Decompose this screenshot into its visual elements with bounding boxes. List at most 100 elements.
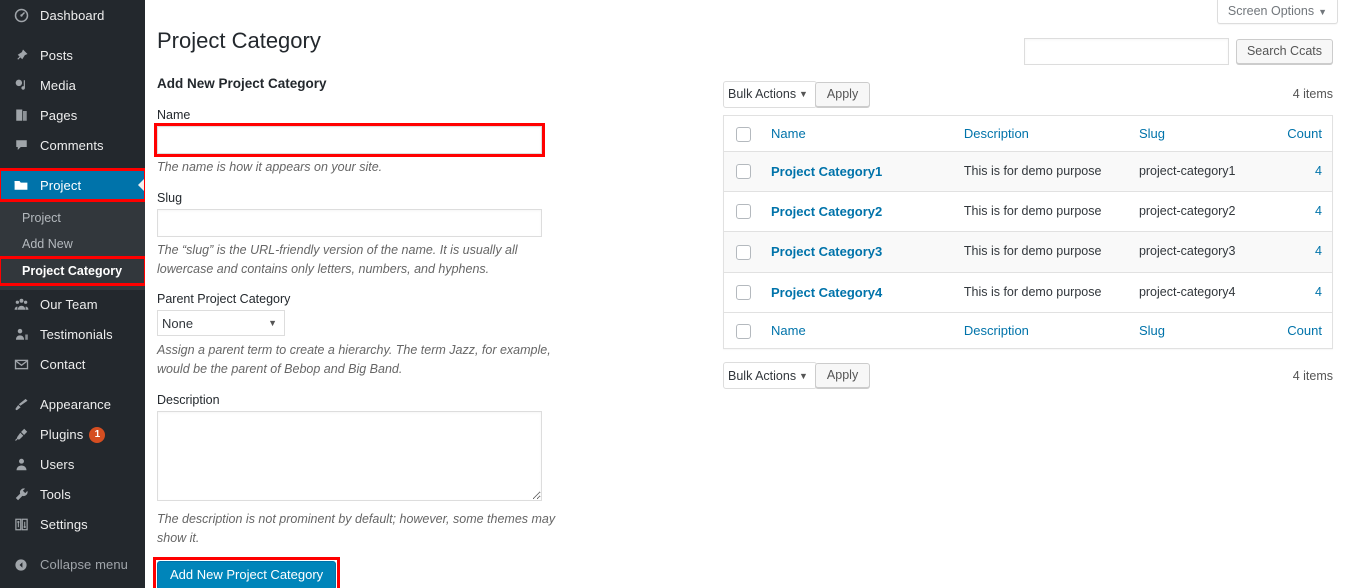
sidebar-item-collapse-menu[interactable]: Collapse menu [0, 550, 145, 580]
tablenav-top: Bulk Actions ▼ Apply 4 items [723, 79, 1333, 109]
sidebar-item-plugins[interactable]: Plugins 1 [0, 420, 145, 450]
sliders-icon [11, 515, 31, 535]
column-header-slug-top[interactable]: Slug [1128, 115, 1269, 153]
group-icon [11, 295, 31, 315]
row-count-link[interactable]: 4 [1315, 244, 1322, 258]
row-name-link[interactable]: Project Category3 [771, 244, 882, 259]
column-header-slug-bottom[interactable]: Slug [1128, 311, 1269, 349]
column-header-name-bottom[interactable]: Name [761, 311, 954, 349]
add-new-project-category-button[interactable]: Add New Project Category [157, 561, 337, 588]
row-checkbox[interactable] [736, 204, 751, 220]
apply-button-top[interactable]: Apply [814, 81, 871, 107]
comment-icon [11, 135, 31, 155]
table-body: Project Category1 This is for demo purpos… [723, 151, 1333, 313]
menu-separator [0, 540, 145, 550]
table-foot: Name Description Slug Count [723, 311, 1333, 349]
sidebar-item-comments[interactable]: Comments [0, 130, 145, 160]
row-checkbox[interactable] [736, 244, 751, 260]
submenu-item-project[interactable]: Project [0, 205, 145, 231]
sidebar-item-label: Pages [40, 107, 78, 123]
row-description-cell: This is for demo purpose [953, 231, 1129, 273]
row-name-link[interactable]: Project Category4 [771, 285, 882, 300]
screen-options-tab[interactable]: Screen Options ▼ [1216, 0, 1338, 24]
sidebar-item-label: Dashboard [40, 7, 105, 23]
sidebar-item-pages[interactable]: Pages [0, 100, 145, 130]
select-all-header [723, 115, 761, 153]
add-term-form: Add New Project Category Name The name i… [157, 76, 557, 588]
search-input[interactable] [1023, 38, 1229, 65]
parent-help-text: Assign a parent term to create a hierarc… [157, 343, 551, 376]
column-header-description-top[interactable]: Description [953, 115, 1129, 153]
sidebar-menu-top: Dashboard Posts Media Pages Comments Project [0, 0, 145, 200]
form-heading: Add New Project Category [157, 76, 327, 91]
slug-label: Slug [157, 190, 183, 205]
slug-input[interactable] [157, 208, 542, 237]
sidebar-item-our-team[interactable]: Our Team [0, 290, 145, 320]
column-header-count-bottom[interactable]: Count [1268, 311, 1333, 349]
row-name-cell: Project Category3 [761, 231, 954, 273]
sidebar-item-tools[interactable]: Tools [0, 480, 145, 510]
sidebar-item-label: Users [40, 457, 75, 473]
row-count-link[interactable]: 4 [1315, 285, 1322, 299]
dashboard-icon [11, 5, 31, 25]
pages-icon [11, 105, 31, 125]
description-textarea[interactable] [157, 410, 542, 501]
row-name-link[interactable]: Project Category1 [771, 164, 882, 179]
sidebar-item-dashboard[interactable]: Dashboard [0, 0, 145, 30]
row-count-cell: 4 [1268, 191, 1333, 233]
row-name-link[interactable]: Project Category2 [771, 204, 882, 219]
sidebar-item-settings[interactable]: Settings [0, 510, 145, 540]
row-count-cell: 4 [1268, 231, 1333, 273]
sidebar-item-label: Plugins [40, 427, 84, 443]
submenu-item-project-category[interactable]: Project Category [0, 258, 145, 284]
bulk-actions-select-bottom[interactable]: Bulk Actions [723, 362, 817, 390]
main-content: Screen Options ▼ Project Category Add New… [145, 0, 1351, 588]
row-select-cell [723, 231, 761, 273]
row-name-cell: Project Category4 [761, 272, 954, 313]
column-header-name-top[interactable]: Name [761, 115, 954, 153]
name-label: Name [157, 108, 191, 122]
column-header-count-top[interactable]: Count [1268, 115, 1333, 153]
row-count-link[interactable]: 4 [1315, 204, 1322, 218]
table-row: Project Category1 This is for demo purpos… [723, 151, 1333, 193]
column-header-description-bottom[interactable]: Description [953, 311, 1129, 349]
sidebar-item-project[interactable]: Project [0, 170, 145, 200]
bulk-actions-select-top[interactable]: Bulk Actions [723, 80, 817, 108]
sidebar-item-testimonials[interactable]: Testimonials [0, 320, 145, 350]
brush-icon [11, 395, 31, 415]
sidebar-item-label: Posts [40, 47, 74, 63]
row-count-link[interactable]: 4 [1315, 164, 1322, 178]
row-select-cell [723, 272, 761, 313]
table-header-row: Name Description Slug Count [723, 115, 1333, 153]
sidebar-item-label: Contact [40, 357, 86, 373]
select-all-footer [723, 311, 761, 349]
row-slug-cell: project-category3 [1128, 231, 1269, 273]
sidebar-item-posts[interactable]: Posts [0, 40, 145, 70]
page-title: Project Category [157, 27, 321, 53]
select-all-checkbox-top[interactable] [736, 127, 751, 143]
collapse-icon [11, 555, 31, 575]
testimonial-icon [11, 325, 31, 345]
plugins-update-badge: 1 [89, 426, 106, 443]
search-categories-button[interactable]: Search Ccats [1235, 39, 1333, 64]
sidebar-item-contact[interactable]: Contact [0, 350, 145, 380]
sidebar-item-media[interactable]: Media [0, 70, 145, 100]
sidebar-item-appearance[interactable]: Appearance [0, 390, 145, 420]
sidebar-item-users[interactable]: Users [0, 450, 145, 480]
sidebar-item-label: Media [40, 77, 76, 93]
menu-separator [0, 160, 145, 170]
slug-help-text: The “slug” is the URL-friendly version o… [157, 242, 518, 276]
pin-icon [11, 45, 31, 65]
row-checkbox[interactable] [736, 284, 751, 300]
sidebar-item-label: Project [40, 177, 82, 193]
plug-icon [11, 425, 31, 445]
name-input[interactable] [157, 126, 542, 154]
submenu-item-add-new[interactable]: Add New [0, 231, 145, 257]
tablenav-top-actions: Bulk Actions ▼ Apply [723, 80, 871, 108]
select-all-checkbox-bottom[interactable] [736, 323, 751, 339]
sidebar-item-label: Appearance [40, 397, 112, 413]
row-checkbox[interactable] [736, 164, 751, 180]
search-row: Search Ccats [723, 38, 1333, 65]
apply-button-bottom[interactable]: Apply [814, 363, 871, 389]
parent-category-select[interactable]: None [157, 310, 285, 337]
